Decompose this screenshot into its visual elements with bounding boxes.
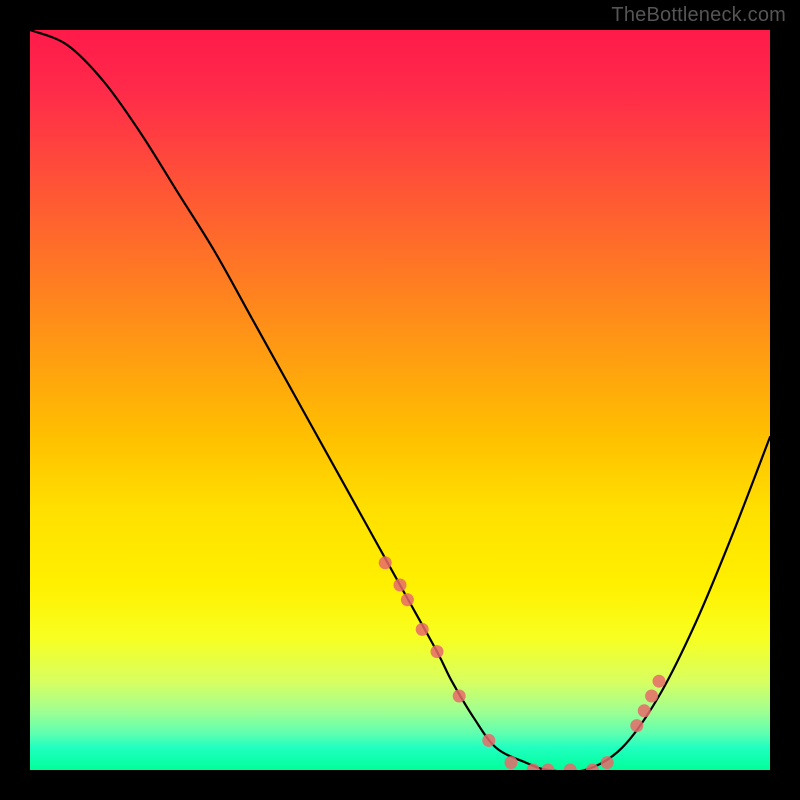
data-marker [482, 734, 495, 747]
data-marker [601, 756, 614, 769]
data-marker [401, 593, 414, 606]
data-marker [505, 756, 518, 769]
data-marker [630, 719, 643, 732]
data-marker [542, 764, 555, 771]
data-marker [564, 764, 577, 771]
data-marker [431, 645, 444, 658]
watermark-text: TheBottleneck.com [611, 4, 786, 27]
data-marker [638, 704, 651, 717]
data-marker [416, 623, 429, 636]
curve-svg [30, 30, 770, 770]
plot-area [30, 30, 770, 770]
data-markers [379, 556, 666, 770]
data-marker [394, 579, 407, 592]
data-marker [653, 675, 666, 688]
data-marker [379, 556, 392, 569]
bottleneck-curve [30, 30, 770, 770]
data-marker [645, 690, 658, 703]
data-marker [453, 690, 466, 703]
